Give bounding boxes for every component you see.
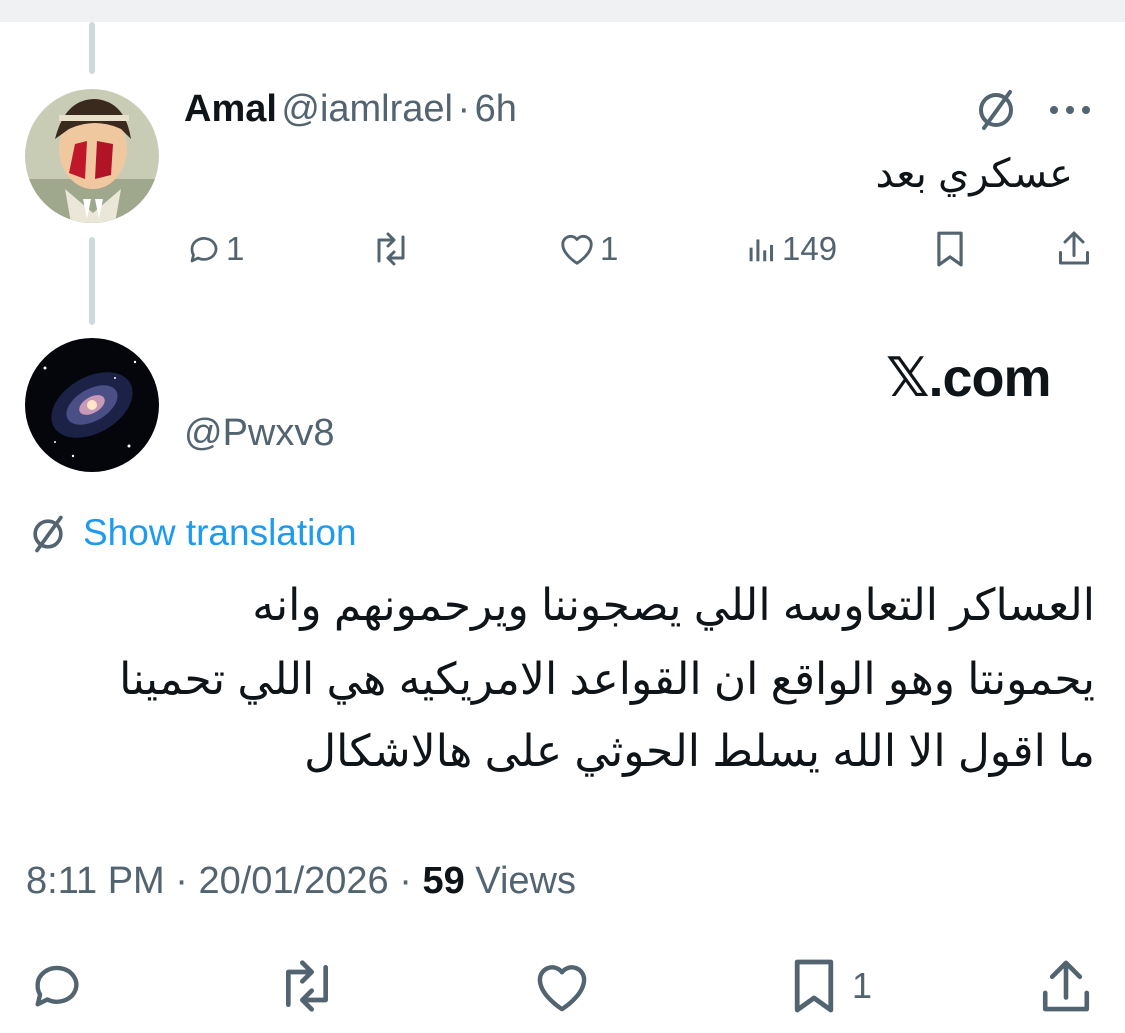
views-label: Views [475, 860, 576, 902]
repost-icon [377, 232, 405, 266]
watermark-xcom: 𝕏.com [886, 348, 1052, 408]
share-icon[interactable] [1056, 228, 1092, 268]
reply-icon [190, 237, 218, 263]
tweet-text-line-3: ما اقول الا الله يسلط الحوثي على هالاشكا… [304, 727, 1095, 776]
meta-separator-2: · [399, 860, 412, 902]
tweet-time[interactable]: 6h [475, 88, 517, 130]
tweet-meta: 8:11 PM · 20/01/2026 · 59 Views [26, 860, 576, 903]
bookmark-count: 1 [852, 965, 873, 1006]
heart-icon [561, 234, 593, 265]
like-count: 1 [600, 230, 619, 267]
repost-icon-large[interactable] [272, 958, 342, 1014]
reply-text: عسكري بعد [875, 152, 1073, 196]
tweet-date[interactable]: 20/01/2026 [198, 860, 388, 902]
tweet-text-line-1: العساكر التعاوسه اللي يصجوننا ويرحمونهم … [252, 581, 1095, 630]
author-handle[interactable]: @iamlrael [281, 88, 453, 130]
thread-line-top [89, 22, 95, 74]
reply-header: Amal @iamlrael · 6h [184, 88, 517, 131]
share-icon-large[interactable] [1038, 956, 1094, 1016]
meta-separator-1: · [175, 860, 188, 902]
header-separator: · [457, 88, 471, 130]
views-count: 149 [782, 230, 838, 267]
reply-count: 1 [226, 230, 245, 267]
views-number: 59 [422, 860, 465, 902]
bookmark-icon[interactable] [934, 230, 966, 268]
tweet-text-line-2: يحمونتا وهو الواقع ان القواعد الامريكيه … [119, 655, 1095, 704]
more-options-icon[interactable] [1046, 96, 1094, 124]
avatar-pwxv8[interactable] [25, 338, 159, 472]
bookmark-button-large[interactable]: 1 [790, 956, 872, 1016]
author-name[interactable]: Amal [184, 88, 277, 130]
translate-icon[interactable] [972, 88, 1020, 132]
repost-button[interactable] [370, 229, 416, 269]
reply-icon-large[interactable] [28, 956, 86, 1014]
like-icon-large[interactable] [532, 960, 592, 1014]
show-translation-link[interactable]: Show translation [83, 512, 357, 554]
views-icon [749, 239, 774, 262]
main-author-handle[interactable]: @Pwxv8 [184, 412, 335, 455]
tweet-time[interactable]: 8:11 PM [26, 860, 165, 902]
reply-button[interactable]: 1 [186, 227, 244, 271]
avatar-amal[interactable] [25, 89, 159, 223]
views-button[interactable]: 149 [746, 229, 837, 269]
thread-line-bottom [89, 237, 95, 325]
translate-icon-small [26, 512, 70, 556]
status-bar-strip [0, 0, 1125, 22]
bookmark-icon-large [794, 959, 834, 1013]
like-button[interactable]: 1 [558, 229, 618, 269]
